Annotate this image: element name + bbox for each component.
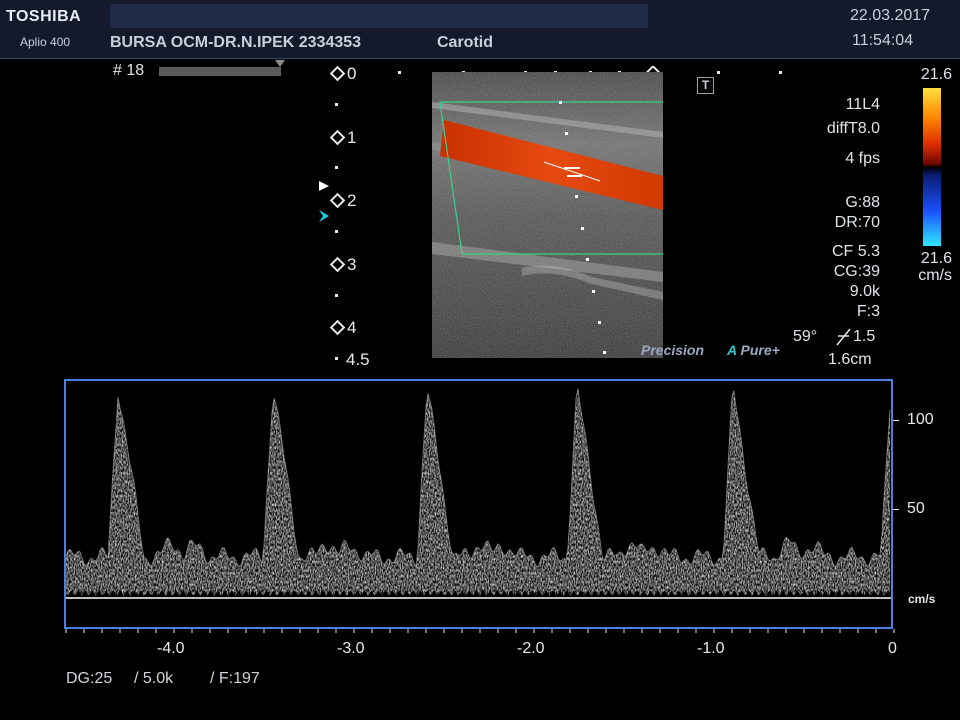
header-divider	[0, 58, 960, 59]
x-tick-label: -1.0	[697, 640, 725, 657]
y-tick-label: 100	[907, 411, 934, 428]
angle-cursor-icon	[836, 328, 851, 346]
pure-logo-prefix: A	[727, 342, 737, 358]
cine-marker-icon	[275, 60, 285, 67]
depth-diamond	[329, 129, 346, 146]
depth-label: 4.5	[346, 350, 370, 369]
exam-date: 22.03.2017	[850, 7, 931, 24]
transducer: 11L4	[845, 96, 880, 113]
depth-dot	[335, 294, 338, 297]
depth-diamond	[329, 65, 346, 82]
precision-text: Precision	[641, 342, 705, 358]
exam-type: Carotid	[437, 34, 493, 51]
imaging-mode: diffT8.0	[826, 120, 880, 137]
x-tick-label: -2.0	[517, 640, 545, 657]
doppler-filter: / F:197	[210, 670, 260, 687]
x-tick-label: -3.0	[337, 640, 365, 657]
dynamic-range: DR:70	[834, 214, 880, 231]
cine-progress-bar[interactable]	[159, 67, 281, 76]
pure-text: Pure+	[740, 342, 780, 358]
depth-label: 1	[347, 128, 357, 147]
y-tick-label: 50	[907, 500, 925, 517]
colorbar-top-value: 21.6	[920, 66, 952, 83]
cursor-angle-value: 1.5	[853, 328, 876, 345]
prf: 9.0k	[849, 283, 880, 300]
depth-dot	[335, 166, 338, 169]
color-filter: F:3	[856, 303, 880, 320]
gate-size: 1.6cm	[828, 351, 872, 368]
patient-name-field[interactable]	[110, 4, 648, 28]
precision-logo: Precision	[641, 342, 704, 358]
color-gain: CG:39	[833, 263, 880, 280]
focus-marker-icon[interactable]	[318, 180, 332, 224]
colorbar-unit: cm/s	[918, 267, 952, 284]
depth-dot	[335, 357, 338, 360]
depth-label: 4	[347, 318, 357, 337]
model-name: Aplio 400	[20, 35, 71, 49]
color-velocity-bar	[923, 88, 941, 246]
t-button[interactable]: T	[697, 77, 714, 94]
doppler-gain: DG:25	[66, 670, 113, 687]
y-tick-mark	[893, 509, 899, 510]
depth-label: 3	[347, 255, 357, 274]
depth-diamond	[329, 319, 346, 336]
time-axis-ticks	[65, 629, 895, 633]
x-tick-label: -4.0	[157, 640, 185, 657]
depth-label: 0	[347, 64, 357, 83]
depth-diamond	[329, 192, 346, 209]
depth-dot	[335, 103, 338, 106]
frame-rate: 4 fps	[845, 150, 880, 167]
brand-logo: TOSHIBA	[6, 8, 82, 25]
depth-label: 2	[347, 191, 357, 210]
color-frequency: CF 5.3	[831, 243, 880, 260]
pure-logo: A Pure+	[727, 342, 780, 358]
gain: G:88	[845, 194, 880, 211]
patient-info: BURSA OCM-DR.N.IPEK 2334353	[110, 34, 362, 51]
bmode-color-image[interactable]	[432, 72, 663, 358]
frame-counter: # 18	[113, 62, 145, 79]
doppler-prf: / 5.0k	[134, 670, 174, 687]
depth-dot	[335, 230, 338, 233]
doppler-frame	[64, 379, 893, 629]
depth-diamond	[329, 256, 346, 273]
exam-time: 11:54:04	[852, 32, 914, 49]
y-axis-unit: cm/s	[908, 592, 936, 606]
x-tick-label: 0	[888, 640, 897, 657]
y-tick-mark	[893, 420, 899, 421]
angle-correction: 59°	[793, 328, 818, 345]
colorbar-bottom-value: 21.6	[920, 250, 952, 267]
